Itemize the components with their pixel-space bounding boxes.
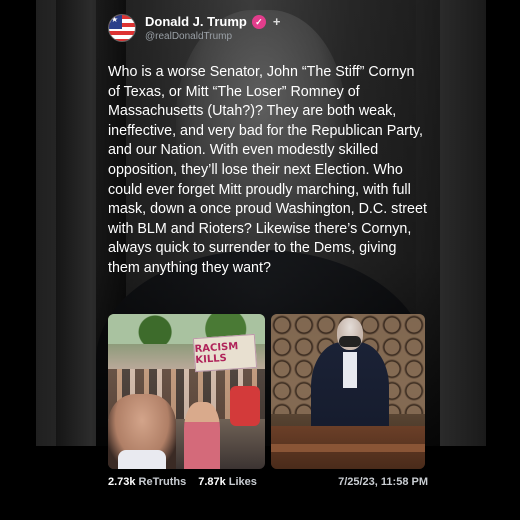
- media-image-protest[interactable]: RACISM KILLS: [108, 314, 265, 469]
- verified-check-icon: ✓: [251, 14, 266, 29]
- protest-sign-text: RACISM KILLS: [194, 341, 239, 367]
- author-name[interactable]: Donald J. Trump: [145, 14, 247, 29]
- likes-count: 7.87k: [198, 476, 226, 488]
- follow-plus-icon[interactable]: +: [273, 14, 281, 29]
- likes-label: Likes: [228, 476, 257, 488]
- post-header: ★ Donald J. Trump ✓ + @realDonaldTrump: [108, 10, 428, 46]
- post-stats-bar: 2.73k ReTruths 7.87k Likes 7/25/23, 11:5…: [108, 476, 428, 488]
- senator-shirt: [343, 352, 357, 388]
- person-red-shirt: [230, 386, 260, 426]
- face-mask: [118, 450, 166, 469]
- truth-post-card: ★ Donald J. Trump ✓ + @realDonaldTrump W…: [108, 10, 428, 469]
- author-name-row: Donald J. Trump ✓ +: [145, 14, 280, 29]
- author-handle[interactable]: @realDonaldTrump: [145, 31, 280, 42]
- flag-star-icon: ★: [111, 15, 119, 24]
- post-media-grid: RACISM KILLS: [108, 314, 428, 469]
- retruths-stat[interactable]: 2.73k ReTruths: [108, 476, 186, 488]
- podium-edge: [271, 444, 425, 452]
- protest-sign: RACISM KILLS: [192, 333, 258, 373]
- author-block: Donald J. Trump ✓ + @realDonaldTrump: [145, 14, 280, 42]
- person-woman: [184, 402, 220, 469]
- post-timestamp[interactable]: 7/25/23, 11:58 PM: [338, 476, 428, 488]
- post-body-text: Who is a worse Senator, John “The Stiff”…: [108, 64, 427, 276]
- media-image-senate[interactable]: [271, 314, 425, 469]
- retruths-label: ReTruths: [138, 476, 187, 488]
- senator-mask: [339, 336, 361, 347]
- likes-stat[interactable]: 7.87k Likes: [198, 476, 257, 488]
- american-flag-avatar[interactable]: ★: [108, 14, 136, 42]
- retruths-count: 2.73k: [108, 476, 136, 488]
